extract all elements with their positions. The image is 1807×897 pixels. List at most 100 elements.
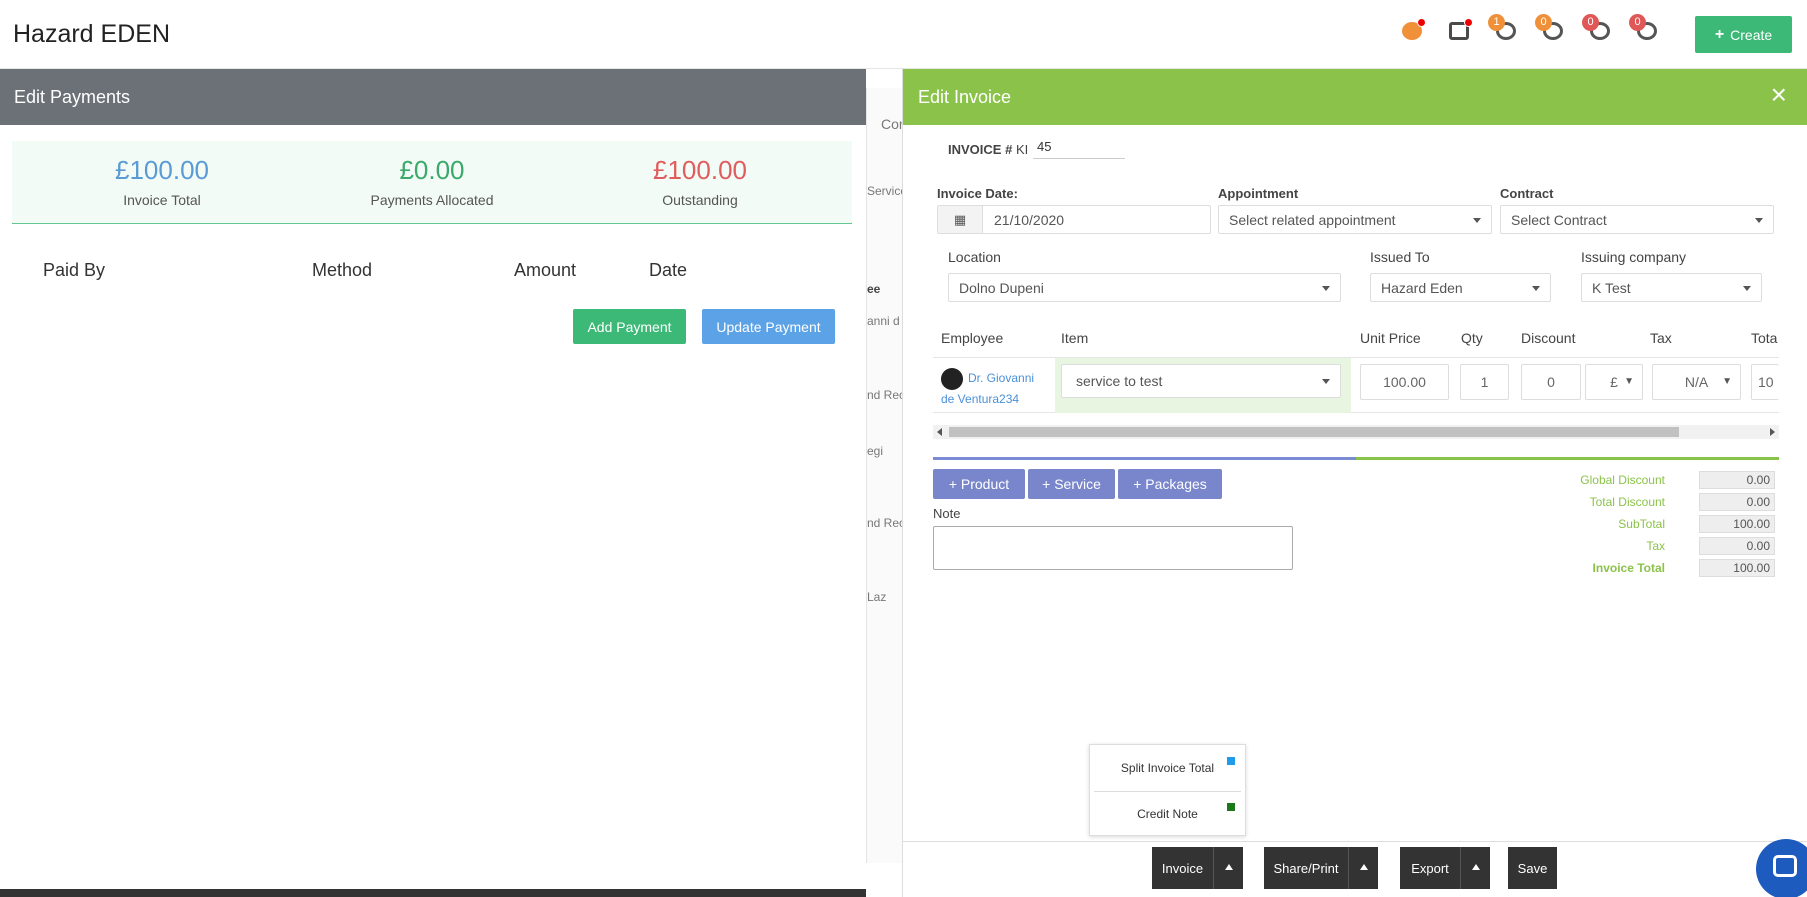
payments-title: Edit Payments	[0, 69, 866, 125]
chevron-down-icon: ▼	[1722, 376, 1732, 387]
total-discount-value: 0.00	[1699, 493, 1775, 511]
allocated-label: Payments Allocated	[370, 192, 494, 208]
caret-up-icon[interactable]	[1348, 847, 1378, 889]
invoice-number-input[interactable]: 45	[1033, 139, 1125, 159]
issued-to-select[interactable]: Hazard Eden	[1370, 273, 1551, 302]
tax-total-label: Tax	[1646, 539, 1665, 553]
pencil-icon[interactable]: 0	[1535, 14, 1565, 42]
scroll-right-icon[interactable]	[1770, 428, 1775, 436]
invoice-number-label: INVOICE #	[948, 142, 1013, 157]
tax-select[interactable]: N/A ▼	[1652, 364, 1741, 400]
qty-input[interactable]: 1	[1460, 364, 1509, 400]
chevron-down-icon	[1322, 379, 1330, 384]
summary-allocated: £0.00 Payments Allocated	[312, 155, 552, 208]
background-page-fragment: Cor Service ee anni d nd Rec egi nd Rec …	[866, 88, 902, 863]
invoice-total-label: Invoice Total	[1592, 561, 1665, 575]
invoice-title: Edit Invoice	[918, 87, 1012, 107]
issuing-company-label: Issuing company	[1581, 249, 1687, 265]
section-divider	[933, 457, 1779, 460]
tax-total-value: 0.00	[1699, 537, 1775, 555]
contract-value: Select Contract	[1511, 212, 1607, 228]
invoice-total-amount: £100.00	[115, 155, 209, 185]
add-product-button[interactable]: + Product	[933, 469, 1025, 499]
total-input: 10	[1751, 364, 1779, 400]
badge-count: 0	[1629, 14, 1646, 31]
close-icon[interactable]: ×	[1771, 81, 1787, 109]
edit-payments-panel: Edit Payments £100.00 Invoice Total £0.0…	[0, 69, 866, 897]
column-method: Method	[312, 260, 373, 280]
invoice-header: Edit Invoice ×	[903, 69, 1807, 125]
alert-dot	[1464, 18, 1473, 27]
export-button[interactable]: Export	[1400, 847, 1460, 889]
warning-icon[interactable]: 0	[1582, 14, 1612, 42]
chat-icon[interactable]	[1756, 839, 1807, 897]
note-label: Note	[933, 506, 961, 521]
discount-type-select[interactable]: £ ▼	[1585, 364, 1643, 400]
heart-icon[interactable]: 0	[1629, 14, 1659, 42]
blue-square-icon	[1227, 757, 1235, 765]
chevron-down-icon: ▼	[1624, 376, 1634, 387]
target-icon[interactable]: 1	[1488, 14, 1518, 42]
alert-dot	[1417, 18, 1426, 27]
green-square-icon	[1227, 803, 1235, 811]
invoice-button[interactable]: Invoice	[1152, 847, 1213, 889]
issued-to-label: Issued To	[1370, 249, 1430, 265]
payment-summary: £100.00 Invoice Total £0.00 Payments All…	[12, 141, 852, 224]
subtotal-value: 100.00	[1699, 515, 1775, 533]
add-packages-button[interactable]: + Packages	[1118, 469, 1222, 499]
chevron-down-icon	[1743, 286, 1751, 291]
chevron-down-icon	[1322, 286, 1330, 291]
item-cell: service to test	[1055, 358, 1351, 413]
add-service-button[interactable]: + Service	[1028, 469, 1115, 499]
unit-price-input[interactable]: 100.00	[1360, 364, 1449, 400]
create-button[interactable]: + Create	[1695, 16, 1792, 53]
invoice-prefix: KI	[1016, 142, 1029, 157]
invoice-date-label: Invoice Date:	[937, 186, 1018, 201]
horizontal-scrollbar[interactable]	[933, 425, 1779, 439]
medical-kit-icon[interactable]	[1447, 18, 1473, 42]
item-value: service to test	[1076, 373, 1163, 389]
issuing-company-select[interactable]: K Test	[1581, 273, 1762, 302]
timer-icon[interactable]	[1400, 18, 1426, 42]
invoice-date-value: 21/10/2020	[994, 212, 1065, 228]
add-payment-button[interactable]: Add Payment	[573, 309, 686, 344]
employee-link[interactable]: Dr. Giovanni de Ventura234	[941, 368, 1041, 410]
plus-icon: +	[1714, 25, 1725, 43]
invoice-dropdown-menu: Split Invoice Total Credit Note	[1089, 744, 1246, 836]
issued-to-value: Hazard Eden	[1381, 280, 1463, 296]
location-select[interactable]: Dolno Dupeni	[948, 273, 1341, 302]
column-employee: Employee	[941, 330, 1004, 346]
scroll-left-icon[interactable]	[937, 428, 942, 436]
scrollbar-thumb[interactable]	[949, 427, 1679, 437]
appointment-select[interactable]: Select related appointment	[1218, 205, 1492, 234]
column-paid-by: Paid By	[43, 260, 106, 280]
discount-input[interactable]: 0	[1521, 364, 1581, 400]
edit-invoice-panel: Edit Invoice × INVOICE # KI 45 Invoice D…	[902, 69, 1807, 897]
column-amount: Amount	[514, 260, 577, 280]
menu-item-credit-note[interactable]: Credit Note	[1090, 793, 1245, 835]
menu-item-split-invoice[interactable]: Split Invoice Total	[1090, 747, 1245, 789]
outstanding-label: Outstanding	[662, 192, 738, 208]
column-tax: Tax	[1650, 330, 1672, 346]
issuing-company-value: K Test	[1592, 280, 1631, 296]
caret-up-icon[interactable]	[1213, 847, 1243, 889]
chevron-down-icon	[1755, 218, 1763, 223]
invoice-date-field[interactable]: ▦ 21/10/2020	[937, 205, 1211, 234]
table-row: Dr. Giovanni de Ventura234 service to te…	[933, 358, 1779, 413]
note-textarea[interactable]	[933, 526, 1293, 570]
appointment-value: Select related appointment	[1229, 212, 1396, 228]
save-button[interactable]: Save	[1508, 847, 1557, 889]
outstanding-amount: £100.00	[653, 155, 747, 185]
update-payment-button[interactable]: Update Payment	[702, 309, 835, 344]
allocated-amount: £0.00	[399, 155, 465, 185]
item-select[interactable]: service to test	[1061, 364, 1341, 398]
top-bar: Hazard EDEN 1 0 0 0 + Create	[0, 0, 1807, 69]
column-discount: Discount	[1521, 330, 1576, 346]
badge-count: 0	[1582, 14, 1599, 31]
column-item: Item	[1061, 330, 1089, 346]
app-title: Hazard EDEN	[13, 20, 170, 48]
share-print-button[interactable]: Share/Print	[1264, 847, 1348, 889]
location-label: Location	[948, 249, 1001, 265]
caret-up-icon[interactable]	[1460, 847, 1490, 889]
contract-select[interactable]: Select Contract	[1500, 205, 1774, 234]
